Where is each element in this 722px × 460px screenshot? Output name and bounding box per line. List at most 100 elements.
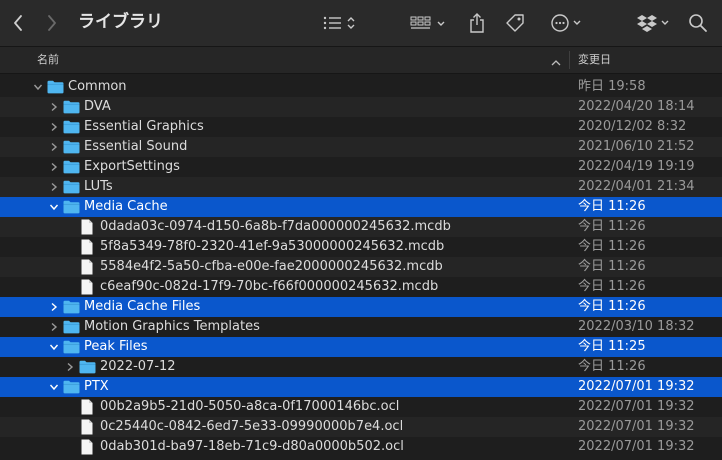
chevron-left-icon[interactable] (6, 0, 30, 46)
file-list: Common 昨日 19:58 DVA 2022/04/20 18:14 Essenti… (0, 77, 722, 460)
item-name: ExportSettings (84, 159, 180, 174)
folder-icon (63, 320, 80, 334)
column-divider[interactable] (569, 51, 570, 69)
folder-icon (63, 100, 80, 114)
item-name: Essential Graphics (84, 119, 204, 134)
disclosure-chevron-down-icon[interactable] (48, 377, 60, 397)
list-view-icon[interactable] (320, 0, 360, 46)
disclosure-chevron-right-icon[interactable] (48, 297, 60, 317)
column-header-date[interactable]: 変更日 (578, 47, 611, 73)
document-icon (81, 279, 93, 295)
item-modified-date: 2021/06/10 21:52 (578, 139, 695, 154)
ellipsis-circle-icon[interactable] (548, 0, 586, 46)
item-name: 0dab301d-ba97-18eb-71c9-d80a0000b502.ocl (100, 439, 404, 454)
disclosure-chevron-down-icon[interactable] (48, 337, 60, 357)
item-name: DVA (84, 99, 111, 114)
item-name: 5584e4f2-5a50-cfba-e00e-fae2000000245632… (100, 259, 443, 274)
folder-icon (79, 360, 96, 374)
item-modified-date: 2020/12/02 8:32 (578, 119, 687, 134)
item-modified-date: 2022/07/01 19:32 (578, 379, 695, 394)
item-name: c6eaf90c-082d-17f9-70bc-f66f000000245632… (100, 279, 439, 294)
item-modified-date: 2022/07/01 19:32 (578, 419, 695, 434)
item-name: Peak Files (84, 339, 148, 354)
item-modified-date: 今日 11:26 (578, 219, 646, 234)
folder-row[interactable]: LUTs 2022/04/01 21:34 (0, 177, 722, 197)
file-row[interactable]: 5584e4f2-5a50-cfba-e00e-fae2000000245632… (0, 257, 722, 277)
file-row[interactable]: 0dada03c-0974-d150-6a8b-f7da000000245632… (0, 217, 722, 237)
item-modified-date: 今日 11:26 (578, 259, 646, 274)
folder-icon (63, 160, 80, 174)
item-modified-date: 2022/04/19 19:19 (578, 159, 695, 174)
disclosure-chevron-right-icon[interactable] (48, 177, 60, 197)
file-row[interactable]: 00b2a9b5-21d0-5050-a8ca-0f17000146bc.ocl… (0, 397, 722, 417)
folder-icon (63, 340, 80, 354)
item-modified-date: 2022/04/20 18:14 (578, 99, 695, 114)
document-icon (81, 239, 93, 255)
item-name: Motion Graphics Templates (84, 319, 260, 334)
sort-chevron-up-icon[interactable] (551, 56, 561, 69)
item-modified-date: 今日 11:26 (578, 239, 646, 254)
folder-row[interactable]: Peak Files 今日 11:25 (0, 337, 722, 357)
item-modified-date: 今日 11:26 (578, 279, 646, 294)
item-name: Essential Sound (84, 139, 188, 154)
folder-icon (63, 180, 80, 194)
item-name: 5f8a5349-78f0-2320-41ef-9a53000000245632… (100, 239, 445, 254)
disclosure-chevron-right-icon[interactable] (48, 137, 60, 157)
disclosure-chevron-right-icon[interactable] (64, 357, 76, 377)
item-name: Media Cache Files (84, 299, 201, 314)
folder-row[interactable]: ExportSettings 2022/04/19 19:19 (0, 157, 722, 177)
disclosure-chevron-down-icon[interactable] (32, 77, 44, 97)
folder-icon (47, 80, 64, 94)
folder-icon (63, 120, 80, 134)
item-modified-date: 2022/03/10 18:32 (578, 319, 695, 334)
folder-row[interactable]: Motion Graphics Templates 2022/03/10 18:3… (0, 317, 722, 337)
disclosure-chevron-right-icon[interactable] (48, 97, 60, 117)
dropbox-icon[interactable] (632, 0, 674, 46)
item-name: PTX (84, 379, 109, 394)
document-icon (81, 439, 93, 455)
folder-row[interactable]: Essential Graphics 2020/12/02 8:32 (0, 117, 722, 137)
item-modified-date: 今日 11:25 (578, 339, 646, 354)
item-name: 0c25440c-0842-6ed7-5e33-09990000b7e4.ocl (100, 419, 404, 434)
share-icon[interactable] (464, 0, 490, 46)
column-header: 名前 変更日 (0, 47, 722, 74)
grid-group-icon[interactable] (408, 0, 450, 46)
chevron-right-icon[interactable] (40, 0, 64, 46)
column-header-name[interactable]: 名前 (37, 47, 59, 73)
window-title: ライブラリ (78, 12, 163, 32)
disclosure-chevron-right-icon[interactable] (48, 317, 60, 337)
file-row[interactable]: c6eaf90c-082d-17f9-70bc-f66f000000245632… (0, 277, 722, 297)
file-row[interactable]: 0c25440c-0842-6ed7-5e33-09990000b7e4.ocl… (0, 417, 722, 437)
folder-row[interactable]: 2022-07-12 今日 11:26 (0, 357, 722, 377)
folder-row[interactable]: PTX 2022/07/01 19:32 (0, 377, 722, 397)
item-modified-date: 今日 11:26 (578, 299, 646, 314)
folder-row[interactable]: Essential Sound 2021/06/10 21:52 (0, 137, 722, 157)
document-icon (81, 259, 93, 275)
item-name: 00b2a9b5-21d0-5050-a8ca-0f17000146bc.ocl (100, 399, 400, 414)
folder-row[interactable]: DVA 2022/04/20 18:14 (0, 97, 722, 117)
item-name: 0dada03c-0974-d150-6a8b-f7da000000245632… (100, 219, 451, 234)
folder-row[interactable]: Common 昨日 19:58 (0, 77, 722, 97)
folder-icon (63, 300, 80, 314)
item-modified-date: 2022/04/01 21:34 (578, 179, 695, 194)
item-name: Media Cache (84, 199, 168, 214)
toolbar: ライブラリ (0, 0, 722, 47)
item-name: 2022-07-12 (100, 359, 176, 374)
item-name: Common (68, 79, 127, 94)
disclosure-chevron-right-icon[interactable] (48, 117, 60, 137)
tag-icon[interactable] (502, 0, 528, 46)
folder-row[interactable]: Media Cache Files 今日 11:26 (0, 297, 722, 317)
document-icon (81, 419, 93, 435)
file-row[interactable]: 0dab301d-ba97-18eb-71c9-d80a0000b502.ocl… (0, 437, 722, 457)
disclosure-chevron-down-icon[interactable] (48, 197, 60, 217)
file-row[interactable]: 5f8a5349-78f0-2320-41ef-9a53000000245632… (0, 237, 722, 257)
item-modified-date: 昨日 19:58 (578, 79, 646, 94)
disclosure-chevron-right-icon[interactable] (48, 157, 60, 177)
folder-icon (63, 200, 80, 214)
folder-icon (63, 380, 80, 394)
search-icon[interactable] (684, 0, 712, 46)
item-modified-date: 2022/07/01 19:32 (578, 439, 695, 454)
folder-row[interactable]: Media Cache 今日 11:26 (0, 197, 722, 217)
item-name: LUTs (84, 179, 113, 194)
item-modified-date: 今日 11:26 (578, 199, 646, 214)
